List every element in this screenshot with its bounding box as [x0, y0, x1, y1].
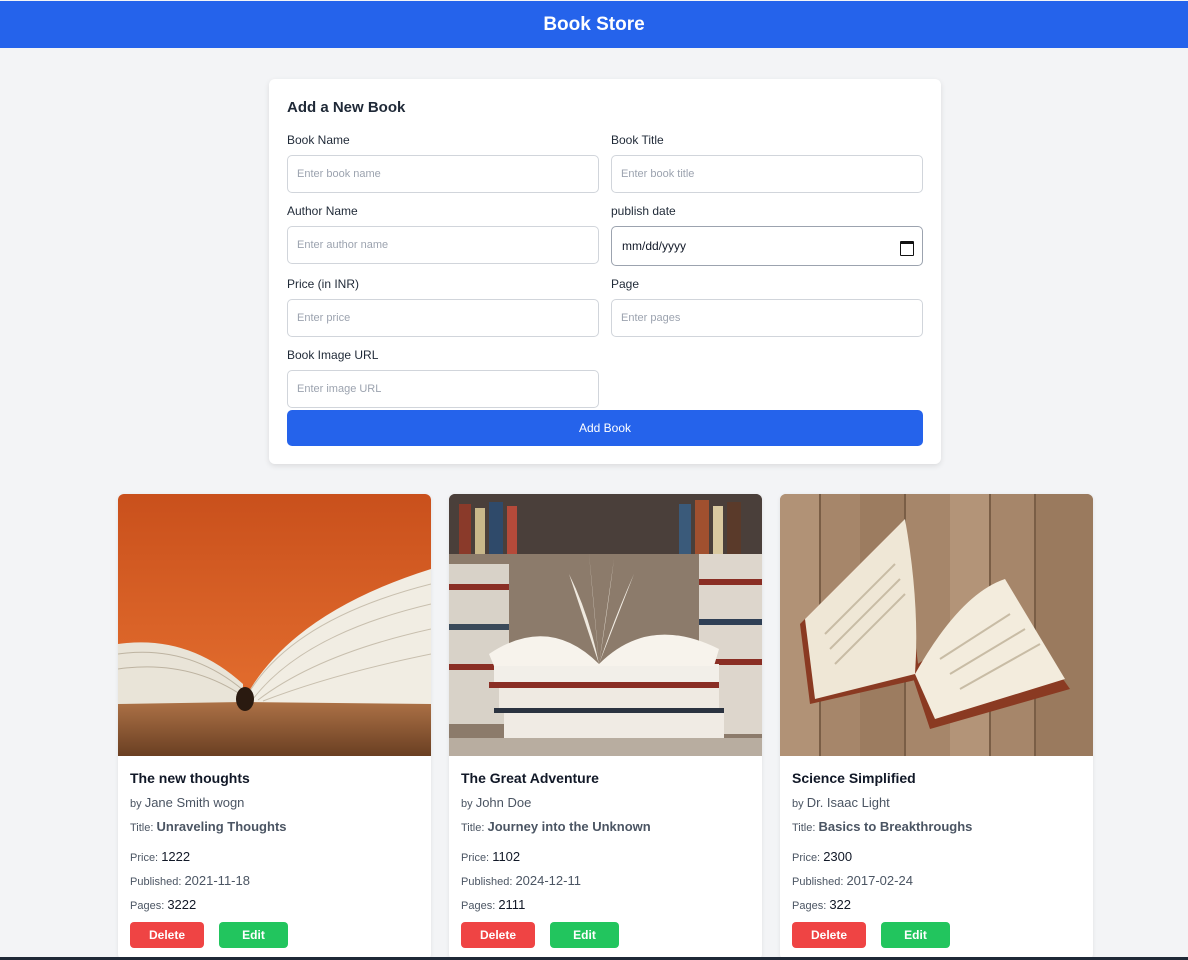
book-price: 2300	[823, 849, 853, 864]
book-price: 1222	[161, 849, 191, 864]
by-label: by	[130, 798, 142, 810]
book-published: 2024-12-11	[515, 873, 581, 888]
book-title-line: Title: Unraveling Thoughts	[130, 819, 287, 834]
publish-date-field: publish date mm/dd/yyyy	[611, 203, 923, 266]
book-card: The new thoughts by Jane Smith wogn Titl…	[118, 494, 431, 960]
title-label: Title:	[130, 822, 154, 834]
page-label: Page	[611, 277, 640, 291]
page-input[interactable]	[611, 299, 923, 337]
app-title: Book Store	[543, 13, 645, 35]
book-card: Science Simplified by Dr. Isaac Light Ti…	[780, 494, 1093, 960]
book-pages-line: Pages: 3222	[130, 897, 196, 912]
delete-button[interactable]: Delete	[792, 922, 866, 948]
book-title: Journey into the Unknown	[487, 819, 651, 834]
price-label: Price:	[461, 852, 490, 864]
price-input[interactable]	[287, 299, 599, 337]
pages-label: Pages:	[461, 900, 496, 912]
book-published: 2021-11-18	[184, 873, 250, 888]
pages-label: Pages:	[130, 900, 165, 912]
delete-button[interactable]: Delete	[130, 922, 204, 948]
book-price-line: Price: 2300	[792, 849, 852, 864]
book-price-line: Price: 1102	[461, 849, 520, 864]
book-image	[449, 494, 762, 756]
publish-date-value: mm/dd/yyyy	[622, 239, 687, 253]
book-title: Unraveling Thoughts	[156, 819, 287, 834]
published-label: Published:	[130, 876, 182, 888]
price-label: Price:	[130, 852, 159, 864]
by-label: by	[461, 798, 473, 810]
book-pages: 3222	[167, 897, 197, 912]
book-title-line: Title: Basics to Breakthroughs	[792, 819, 972, 834]
publish-date-label: publish date	[611, 204, 676, 218]
book-author-line: by Dr. Isaac Light	[792, 795, 890, 810]
edit-button[interactable]: Edit	[881, 922, 950, 948]
book-title: Basics to Breakthroughs	[818, 819, 973, 834]
book-card: The Great Adventure by John Doe Title: J…	[449, 494, 762, 960]
book-name: Science Simplified	[792, 770, 916, 786]
book-pages-line: Pages: 322	[792, 897, 851, 912]
book-name-input[interactable]	[287, 155, 599, 193]
book-title-field: Book Title	[611, 132, 923, 193]
book-price: 1102	[492, 849, 521, 864]
book-published: 2017-02-24	[846, 873, 913, 888]
book-image	[780, 494, 1093, 756]
publish-date-input[interactable]: mm/dd/yyyy	[611, 226, 923, 266]
image-url-input[interactable]	[287, 370, 599, 408]
published-label: Published:	[792, 876, 844, 888]
edit-button[interactable]: Edit	[550, 922, 619, 948]
book-price-line: Price: 1222	[130, 849, 190, 864]
book-author-line: by Jane Smith wogn	[130, 795, 244, 810]
author-name-input[interactable]	[287, 226, 599, 264]
book-published-line: Published: 2021-11-18	[130, 873, 250, 888]
title-label: Title:	[461, 822, 485, 834]
book-published-line: Published: 2017-02-24	[792, 873, 913, 888]
book-published-line: Published: 2024-12-11	[461, 873, 581, 888]
book-name: The new thoughts	[130, 770, 250, 786]
book-title-input[interactable]	[611, 155, 923, 193]
calendar-icon[interactable]	[900, 240, 914, 256]
edit-button[interactable]: Edit	[219, 922, 288, 948]
price-field: Price (in INR)	[287, 276, 599, 337]
book-name-label: Book Name	[287, 133, 350, 147]
form-heading: Add a New Book	[287, 99, 406, 116]
image-url-field: Book Image URL	[287, 347, 599, 408]
book-author: Jane Smith wogn	[144, 795, 245, 810]
book-pages: 2111	[498, 897, 526, 912]
price-label: Price:	[792, 852, 821, 864]
delete-button[interactable]: Delete	[461, 922, 535, 948]
book-name: The Great Adventure	[461, 770, 599, 786]
image-url-label: Book Image URL	[287, 348, 379, 362]
author-name-field: Author Name	[287, 203, 599, 264]
add-book-form: Add a New Book Book Name Book Title Auth…	[269, 79, 941, 464]
book-author-line: by John Doe	[461, 795, 531, 810]
by-label: by	[792, 798, 804, 810]
book-image	[118, 494, 431, 756]
price-label: Price (in INR)	[287, 277, 360, 291]
app-header: Book Store	[0, 1, 1188, 48]
page-field: Page	[611, 276, 923, 337]
pages-label: Pages:	[792, 900, 827, 912]
book-pages-line: Pages: 2111	[461, 897, 525, 912]
book-title-label: Book Title	[611, 133, 664, 147]
add-book-button[interactable]: Add Book	[287, 410, 923, 446]
published-label: Published:	[461, 876, 513, 888]
book-name-field: Book Name	[287, 132, 599, 193]
author-name-label: Author Name	[287, 204, 358, 218]
title-label: Title:	[792, 822, 816, 834]
book-author: John Doe	[475, 795, 532, 810]
book-title-line: Title: Journey into the Unknown	[461, 819, 651, 834]
book-pages: 322	[829, 897, 852, 912]
book-author: Dr. Isaac Light	[806, 795, 890, 810]
